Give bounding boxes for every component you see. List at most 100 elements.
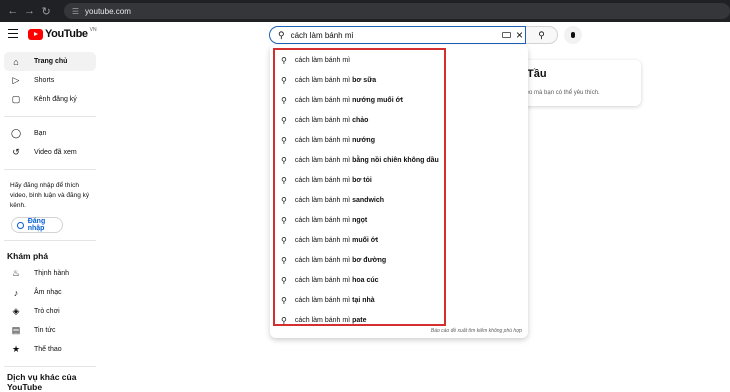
- sidebar-item-you[interactable]: ◯ Bạn: [4, 124, 96, 143]
- menu-icon[interactable]: [8, 29, 18, 39]
- suggestion-list: ⚲ cách làm bánh mì ⚲ cách làm bánh mì bơ sữa…: [273, 48, 446, 326]
- search-input[interactable]: ⚲ cách làm bánh mì ×: [269, 26, 526, 44]
- search-icon: ⚲: [281, 95, 287, 105]
- youtube-logo[interactable]: YouTube VN: [28, 27, 97, 40]
- sidebar-item-home[interactable]: ⌂ Trang chủ: [4, 52, 96, 71]
- suggestion-suffix: bằng nồi chiên không dầu: [352, 156, 439, 164]
- suggestion-item[interactable]: ⚲ cách làm bánh mì chảo: [275, 110, 444, 130]
- suggestion-item[interactable]: ⚲ cách làm bánh mì sandwich: [275, 190, 444, 210]
- search-icon: ⚲: [281, 155, 287, 165]
- suggestion-item[interactable]: ⚲ cách làm bánh mì hoa cúc: [275, 270, 444, 290]
- suggestion-base: cách làm bánh mì: [294, 116, 351, 124]
- suggestion-item[interactable]: ⚲ cách làm bánh mì bơ tỏi: [275, 170, 444, 190]
- suggestion-item[interactable]: ⚲ cách làm bánh mì tại nhà: [275, 290, 444, 310]
- sidebar-item-history[interactable]: ↺ Video đã xem: [4, 143, 96, 162]
- sidebar-item-gaming[interactable]: ◈ Trò chơi: [4, 302, 96, 321]
- forward-icon[interactable]: →: [23, 4, 37, 18]
- search-icon: ⚲: [278, 29, 285, 40]
- clear-icon[interactable]: ×: [516, 28, 523, 42]
- mic-icon: [571, 32, 575, 38]
- history-icon: ↺: [12, 147, 20, 157]
- account-icon: [17, 221, 24, 229]
- sidebar-item-shorts[interactable]: ▷ Shorts: [4, 71, 96, 90]
- suggestion-base: cách làm bánh mì: [294, 296, 351, 304]
- suggestion-item[interactable]: ⚲ cách làm bánh mì pate: [275, 310, 444, 330]
- search-icon: ⚲: [281, 115, 287, 125]
- sign-in-button[interactable]: Đăng nhập: [11, 217, 63, 233]
- sidebar-item-label: Video đã xem: [34, 149, 77, 156]
- sidebar: ⌂ Trang chủ ▷ Shorts ▢ Kênh đăng ký ◯ Bạ…: [0, 48, 100, 392]
- url-text: youtube.com: [85, 6, 131, 16]
- suggestion-base: cách làm bánh mì: [294, 76, 351, 84]
- divider: [4, 116, 96, 117]
- trophy-icon: ★: [11, 344, 21, 354]
- suggestion-item[interactable]: ⚲ cách làm bánh mì muối ớt: [275, 230, 444, 250]
- sign-in-label: Đăng nhập: [27, 218, 46, 232]
- back-icon[interactable]: ←: [6, 4, 20, 18]
- search-icon: ⚲: [281, 195, 287, 205]
- suggestion-item[interactable]: ⚲ cách làm bánh mì bằng nồi chiên không dầ…: [275, 150, 444, 170]
- card-title: Tầu: [527, 68, 547, 80]
- suggestion-item[interactable]: ⚲ cách làm bánh mì nướng: [275, 130, 444, 150]
- keyboard-icon[interactable]: [502, 32, 511, 38]
- youtube-play-icon: [28, 28, 43, 40]
- report-suggestions-link[interactable]: Báo cáo đề xuất tìm kiếm không phù hợp: [431, 328, 522, 334]
- suggestion-suffix: bơ tỏi: [352, 176, 372, 184]
- search-icon: ⚲: [281, 255, 287, 265]
- sidebar-item-trending[interactable]: ♨ Thịnh hành: [4, 264, 96, 283]
- suggestion-base: cách làm bánh mì: [294, 56, 351, 64]
- search-icon: ⚲: [281, 135, 287, 145]
- logo-country: VN: [89, 27, 97, 33]
- suggestion-item[interactable]: ⚲ cách làm bánh mì: [275, 50, 444, 70]
- search-icon: ⚲: [281, 235, 287, 245]
- suggestion-base: cách làm bánh mì: [294, 196, 351, 204]
- address-bar[interactable]: ☰ youtube.com: [63, 3, 730, 19]
- voice-search-button[interactable]: [564, 26, 582, 44]
- search-icon: ⚲: [281, 55, 287, 65]
- suggestion-suffix: muối ớt: [352, 236, 379, 244]
- suggestion-base: cách làm bánh mì: [294, 176, 351, 184]
- suggestion-suffix: pate: [352, 316, 367, 324]
- suggestion-suffix: nướng: [352, 136, 375, 144]
- news-icon: ▤: [11, 325, 21, 335]
- divider: [4, 169, 96, 170]
- sidebar-item-label: Thịnh hành: [34, 270, 70, 277]
- search-icon: ⚲: [281, 175, 287, 185]
- shorts-icon: ▷: [12, 75, 20, 85]
- sidebar-item-label: Kênh đăng ký: [34, 96, 77, 103]
- suggestion-item[interactable]: ⚲ cách làm bánh mì nướng muối ớt: [275, 90, 444, 110]
- sidebar-item-subscriptions[interactable]: ▢ Kênh đăng ký: [4, 90, 96, 109]
- suggestion-suffix: chảo: [352, 116, 369, 124]
- music-icon: ♪: [13, 287, 19, 298]
- reload-icon[interactable]: ↻: [39, 4, 53, 18]
- site-settings-icon[interactable]: ☰: [72, 7, 79, 16]
- suggestion-base: cách làm bánh mì: [294, 256, 351, 264]
- search-icon: ⚲: [538, 29, 545, 40]
- sidebar-item-label: Trang chủ: [34, 58, 68, 65]
- sidebar-item-sports[interactable]: ★ Thể thao: [4, 340, 96, 359]
- suggestion-item[interactable]: ⚲ cách làm bánh mì bơ đường: [275, 250, 444, 270]
- suggestion-base: cách làm bánh mì: [294, 316, 351, 324]
- sidebar-item-label: Trò chơi: [34, 308, 60, 315]
- suggestion-base: cách làm bánh mì: [294, 236, 351, 244]
- gamepad-icon: ◈: [12, 306, 20, 316]
- search-button[interactable]: ⚲: [526, 26, 558, 44]
- login-prompt: Hãy đăng nhập để thích video, bình luận …: [10, 182, 90, 209]
- explore-heading: Khám phá: [7, 251, 49, 261]
- sidebar-item-music[interactable]: ♪ Âm nhạc: [4, 283, 96, 302]
- search-suggestions-dropdown: ⚲ cách làm bánh mì ⚲ cách làm bánh mì bơ sữa…: [270, 45, 528, 338]
- search-icon: ⚲: [281, 75, 287, 85]
- suggestion-suffix: nướng muối ớt: [352, 96, 403, 104]
- sidebar-item-news[interactable]: ▤ Tin tức: [4, 321, 96, 340]
- suggestion-item[interactable]: ⚲ cách làm bánh mì bơ sữa: [275, 70, 444, 90]
- suggestion-suffix: ngọt: [352, 216, 368, 224]
- sidebar-item-label: Bạn: [34, 130, 47, 137]
- search-icon: ⚲: [281, 315, 287, 325]
- browser-toolbar: ← → ↻ ☰ youtube.com: [0, 0, 730, 22]
- suggestion-item[interactable]: ⚲ cách làm bánh mì ngọt: [275, 210, 444, 230]
- suggestion-base: cách làm bánh mì: [294, 96, 351, 104]
- suggestion-suffix: hoa cúc: [352, 276, 379, 284]
- home-icon: ⌂: [13, 56, 19, 67]
- suggestion-suffix: tại nhà: [352, 296, 375, 304]
- sidebar-item-label: Tin tức: [34, 327, 56, 334]
